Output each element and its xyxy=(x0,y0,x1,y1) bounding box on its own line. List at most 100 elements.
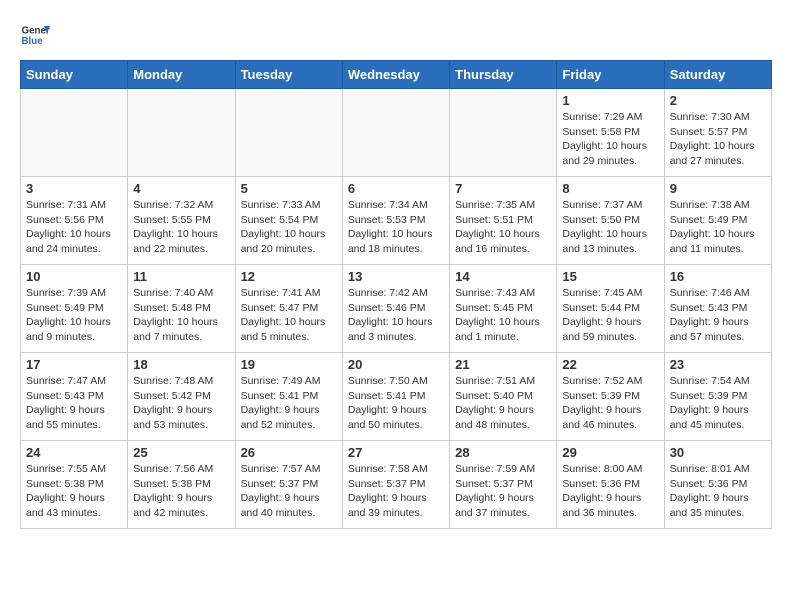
svg-text:Blue: Blue xyxy=(22,36,44,47)
day-number: 18 xyxy=(133,357,229,372)
day-number: 28 xyxy=(455,445,551,460)
calendar-cell: 27 Sunrise: 7:58 AM Sunset: 5:37 PM Dayli… xyxy=(342,441,449,529)
calendar-cell: 20 Sunrise: 7:50 AM Sunset: 5:41 PM Dayli… xyxy=(342,353,449,441)
calendar-cell xyxy=(128,89,235,177)
day-number: 26 xyxy=(241,445,337,460)
day-number: 7 xyxy=(455,181,551,196)
calendar-cell xyxy=(235,89,342,177)
day-number: 19 xyxy=(241,357,337,372)
day-info: Sunrise: 7:33 AM Sunset: 5:54 PM Dayligh… xyxy=(241,198,337,257)
day-number: 14 xyxy=(455,269,551,284)
calendar-table: SundayMondayTuesdayWednesdayThursdayFrid… xyxy=(20,60,772,529)
day-info: Sunrise: 7:54 AM Sunset: 5:39 PM Dayligh… xyxy=(670,374,766,433)
day-info: Sunrise: 7:50 AM Sunset: 5:41 PM Dayligh… xyxy=(348,374,444,433)
calendar-cell xyxy=(342,89,449,177)
calendar-cell: 3 Sunrise: 7:31 AM Sunset: 5:56 PM Daylig… xyxy=(21,177,128,265)
day-info: Sunrise: 7:32 AM Sunset: 5:55 PM Dayligh… xyxy=(133,198,229,257)
calendar-cell: 19 Sunrise: 7:49 AM Sunset: 5:41 PM Dayli… xyxy=(235,353,342,441)
weekday-header-tuesday: Tuesday xyxy=(235,61,342,89)
calendar-cell: 13 Sunrise: 7:42 AM Sunset: 5:46 PM Dayli… xyxy=(342,265,449,353)
week-row-2: 10 Sunrise: 7:39 AM Sunset: 5:49 PM Dayli… xyxy=(21,265,772,353)
day-info: Sunrise: 7:30 AM Sunset: 5:57 PM Dayligh… xyxy=(670,110,766,169)
day-info: Sunrise: 7:47 AM Sunset: 5:43 PM Dayligh… xyxy=(26,374,122,433)
calendar-cell: 24 Sunrise: 7:55 AM Sunset: 5:38 PM Dayli… xyxy=(21,441,128,529)
day-info: Sunrise: 7:37 AM Sunset: 5:50 PM Dayligh… xyxy=(562,198,658,257)
day-info: Sunrise: 7:43 AM Sunset: 5:45 PM Dayligh… xyxy=(455,286,551,345)
day-number: 29 xyxy=(562,445,658,460)
day-info: Sunrise: 7:58 AM Sunset: 5:37 PM Dayligh… xyxy=(348,462,444,521)
day-number: 3 xyxy=(26,181,122,196)
day-number: 30 xyxy=(670,445,766,460)
day-number: 22 xyxy=(562,357,658,372)
week-row-4: 24 Sunrise: 7:55 AM Sunset: 5:38 PM Dayli… xyxy=(21,441,772,529)
header: General Blue xyxy=(20,20,772,50)
week-row-1: 3 Sunrise: 7:31 AM Sunset: 5:56 PM Daylig… xyxy=(21,177,772,265)
calendar-cell: 28Sunrise: 7:59 AM Sunset: 5:37 PM Dayli… xyxy=(450,441,557,529)
day-info: Sunrise: 7:35 AM Sunset: 5:51 PM Dayligh… xyxy=(455,198,551,257)
day-info: Sunrise: 7:31 AM Sunset: 5:56 PM Dayligh… xyxy=(26,198,122,257)
day-info: Sunrise: 8:00 AM Sunset: 5:36 PM Dayligh… xyxy=(562,462,658,521)
day-info: Sunrise: 7:57 AM Sunset: 5:37 PM Dayligh… xyxy=(241,462,337,521)
day-info: Sunrise: 7:49 AM Sunset: 5:41 PM Dayligh… xyxy=(241,374,337,433)
day-info: Sunrise: 7:38 AM Sunset: 5:49 PM Dayligh… xyxy=(670,198,766,257)
calendar-cell: 18Sunrise: 7:48 AM Sunset: 5:42 PM Dayli… xyxy=(128,353,235,441)
day-number: 15 xyxy=(562,269,658,284)
day-info: Sunrise: 7:46 AM Sunset: 5:43 PM Dayligh… xyxy=(670,286,766,345)
day-number: 2 xyxy=(670,93,766,108)
day-number: 27 xyxy=(348,445,444,460)
day-info: Sunrise: 7:51 AM Sunset: 5:40 PM Dayligh… xyxy=(455,374,551,433)
day-number: 23 xyxy=(670,357,766,372)
day-info: Sunrise: 7:52 AM Sunset: 5:39 PM Dayligh… xyxy=(562,374,658,433)
day-info: Sunrise: 7:29 AM Sunset: 5:58 PM Dayligh… xyxy=(562,110,658,169)
calendar-cell: 5 Sunrise: 7:33 AM Sunset: 5:54 PM Daylig… xyxy=(235,177,342,265)
calendar-cell: 6 Sunrise: 7:34 AM Sunset: 5:53 PM Daylig… xyxy=(342,177,449,265)
calendar-cell: 21Sunrise: 7:51 AM Sunset: 5:40 PM Dayli… xyxy=(450,353,557,441)
calendar-cell: 1 Sunrise: 7:29 AM Sunset: 5:58 PM Daylig… xyxy=(557,89,664,177)
day-number: 17 xyxy=(26,357,122,372)
day-number: 12 xyxy=(241,269,337,284)
calendar-cell: 26 Sunrise: 7:57 AM Sunset: 5:37 PM Dayli… xyxy=(235,441,342,529)
calendar-cell: 17 Sunrise: 7:47 AM Sunset: 5:43 PM Dayli… xyxy=(21,353,128,441)
weekday-header-row: SundayMondayTuesdayWednesdayThursdayFrid… xyxy=(21,61,772,89)
calendar-cell: 25 Sunrise: 7:56 AM Sunset: 5:38 PM Dayli… xyxy=(128,441,235,529)
day-number: 1 xyxy=(562,93,658,108)
day-number: 8 xyxy=(562,181,658,196)
day-number: 13 xyxy=(348,269,444,284)
logo: General Blue xyxy=(20,20,50,50)
calendar-cell: 7 Sunrise: 7:35 AM Sunset: 5:51 PM Daylig… xyxy=(450,177,557,265)
weekday-header-monday: Monday xyxy=(128,61,235,89)
day-number: 6 xyxy=(348,181,444,196)
day-info: Sunrise: 7:40 AM Sunset: 5:48 PM Dayligh… xyxy=(133,286,229,345)
calendar-cell xyxy=(21,89,128,177)
day-number: 10 xyxy=(26,269,122,284)
day-info: Sunrise: 8:01 AM Sunset: 5:36 PM Dayligh… xyxy=(670,462,766,521)
calendar-cell: 15Sunrise: 7:45 AM Sunset: 5:44 PM Dayli… xyxy=(557,265,664,353)
day-number: 5 xyxy=(241,181,337,196)
calendar-cell: 9 Sunrise: 7:38 AM Sunset: 5:49 PM Daylig… xyxy=(664,177,771,265)
calendar-cell: 30 Sunrise: 8:01 AM Sunset: 5:36 PM Dayli… xyxy=(664,441,771,529)
day-info: Sunrise: 7:41 AM Sunset: 5:47 PM Dayligh… xyxy=(241,286,337,345)
day-number: 25 xyxy=(133,445,229,460)
week-row-3: 17 Sunrise: 7:47 AM Sunset: 5:43 PM Dayli… xyxy=(21,353,772,441)
day-number: 9 xyxy=(670,181,766,196)
day-number: 24 xyxy=(26,445,122,460)
day-info: Sunrise: 7:42 AM Sunset: 5:46 PM Dayligh… xyxy=(348,286,444,345)
calendar-cell: 12 Sunrise: 7:41 AM Sunset: 5:47 PM Dayli… xyxy=(235,265,342,353)
day-number: 16 xyxy=(670,269,766,284)
day-info: Sunrise: 7:39 AM Sunset: 5:49 PM Dayligh… xyxy=(26,286,122,345)
calendar-cell: 11 Sunrise: 7:40 AM Sunset: 5:48 PM Dayli… xyxy=(128,265,235,353)
calendar-cell: 16 Sunrise: 7:46 AM Sunset: 5:43 PM Dayli… xyxy=(664,265,771,353)
calendar-cell: 22 Sunrise: 7:52 AM Sunset: 5:39 PM Dayli… xyxy=(557,353,664,441)
day-info: Sunrise: 7:34 AM Sunset: 5:53 PM Dayligh… xyxy=(348,198,444,257)
day-number: 4 xyxy=(133,181,229,196)
day-number: 11 xyxy=(133,269,229,284)
calendar-cell: 10 Sunrise: 7:39 AM Sunset: 5:49 PM Dayli… xyxy=(21,265,128,353)
day-info: Sunrise: 7:55 AM Sunset: 5:38 PM Dayligh… xyxy=(26,462,122,521)
day-number: 20 xyxy=(348,357,444,372)
week-row-0: 1 Sunrise: 7:29 AM Sunset: 5:58 PM Daylig… xyxy=(21,89,772,177)
logo-icon: General Blue xyxy=(20,20,50,50)
calendar-cell: 2 Sunrise: 7:30 AM Sunset: 5:57 PM Daylig… xyxy=(664,89,771,177)
calendar-cell: 4 Sunrise: 7:32 AM Sunset: 5:55 PM Daylig… xyxy=(128,177,235,265)
calendar-cell: 29 Sunrise: 8:00 AM Sunset: 5:36 PM Dayli… xyxy=(557,441,664,529)
day-info: Sunrise: 7:56 AM Sunset: 5:38 PM Dayligh… xyxy=(133,462,229,521)
